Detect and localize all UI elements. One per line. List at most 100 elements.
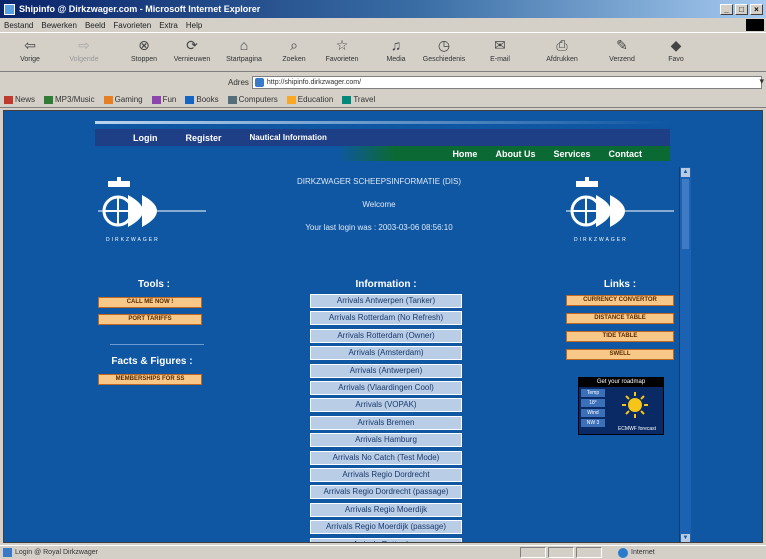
- mail-button[interactable]: ✉ E-mail: [476, 36, 524, 70]
- nav-about-us[interactable]: About Us: [495, 149, 535, 159]
- messenger-button[interactable]: ◆ Favo: [652, 36, 700, 70]
- information-link[interactable]: Arrivals (Vlaardingen Cool): [310, 381, 462, 395]
- tools-title: Tools :: [137, 279, 171, 290]
- address-input[interactable]: http://shipinfo.dirkzwager.com/: [251, 75, 762, 89]
- stop-button[interactable]: ⊗ Stoppen: [120, 36, 168, 70]
- forward-arrow-button[interactable]: ⇨ Volgende: [60, 36, 108, 70]
- menu-file[interactable]: Bestand: [4, 21, 33, 30]
- security-zone: Internet: [618, 547, 655, 558]
- information-link[interactable]: Arrivals Hamburg: [310, 433, 462, 448]
- information-link[interactable]: Arrivals (VOPAK): [310, 398, 462, 413]
- dirkzwager-logo-right: DIRKZWAGER: [566, 177, 674, 243]
- memberships-button[interactable]: MEMBERSHIPS FOR SS: [98, 374, 202, 385]
- nav-nautical-information[interactable]: Nautical Information: [250, 133, 327, 142]
- back-arrow-icon: ⇦: [24, 37, 36, 53]
- link-icon: [151, 95, 161, 104]
- org-name: DIRKZWAGER SCHEEPSINFORMATIE (DIS): [296, 177, 461, 186]
- close-button[interactable]: ×: [750, 3, 763, 15]
- media-button[interactable]: ♫ Media: [372, 36, 420, 70]
- history-button[interactable]: ◷ Geschiedenis: [420, 36, 468, 70]
- status-page-icon: [3, 548, 12, 557]
- link-gaming[interactable]: Gaming: [103, 95, 143, 104]
- address-bar: Adres http://shipinfo.dirkzwager.com/ ▾: [0, 74, 766, 90]
- information-link[interactable]: Arrivals Regio Moerdijk: [310, 502, 462, 517]
- currency-convertor-button[interactable]: CURRENCY CONVERTOR: [566, 295, 674, 306]
- nav-contact[interactable]: Contact: [609, 149, 643, 159]
- print-button[interactable]: ⎙ Afdrukken: [538, 36, 586, 70]
- nav-home[interactable]: Home: [452, 149, 477, 159]
- menu-help[interactable]: Help: [186, 21, 202, 30]
- menu-bar: Bestand Bewerken Beeld Favorieten Extra …: [0, 18, 766, 32]
- home-button[interactable]: ⌂ Startpagina: [220, 36, 268, 70]
- toolbar-label: Vorige: [20, 56, 40, 63]
- maximize-button[interactable]: □: [735, 3, 748, 15]
- ie-icon: [4, 3, 15, 15]
- history-icon: ◷: [437, 37, 451, 53]
- back-arrow-button[interactable]: ⇦ Vorige: [6, 36, 54, 70]
- link-books[interactable]: Books: [185, 95, 219, 104]
- tide-table-button[interactable]: TIDE TABLE: [566, 331, 674, 342]
- mail-icon: ✉: [494, 37, 506, 53]
- window-titlebar[interactable]: Shipinfo @ Dirkzwager.com - Microsoft In…: [0, 0, 766, 18]
- information-link[interactable]: Arrivals Rotterdam (Owner): [310, 328, 462, 343]
- send-button[interactable]: ✎ Verzend: [598, 36, 646, 70]
- toolbar-label: Volgende: [69, 56, 99, 63]
- favorites-button[interactable]: ☆ Favorieten: [318, 36, 366, 70]
- media-icon: ♫: [390, 37, 402, 53]
- toolbar-label: Geschiedenis: [422, 56, 466, 63]
- menu-tools[interactable]: Extra: [159, 21, 178, 30]
- favorites-icon: ☆: [335, 37, 349, 53]
- scroll-up-icon[interactable]: ▲: [681, 168, 690, 177]
- toolbar-label: Zoeken: [282, 56, 306, 63]
- call-me-now-button[interactable]: CALL ME NOW !: [98, 297, 202, 308]
- internet-globe-icon: [618, 547, 628, 558]
- link-icon: [342, 95, 352, 104]
- nav-login[interactable]: Login: [133, 133, 158, 143]
- link-news[interactable]: News: [4, 95, 35, 104]
- search-button[interactable]: ⌕ Zoeken: [270, 36, 318, 70]
- scroll-down-icon[interactable]: ▼: [681, 534, 690, 542]
- link-education[interactable]: Education: [286, 95, 333, 104]
- information-link[interactable]: Arrivals Rotterdam: [310, 537, 462, 542]
- dirkzwager-logo-left: DIRKZWAGER: [98, 177, 206, 243]
- information-link[interactable]: Arrivals Rotterdam (No Refresh): [310, 311, 462, 326]
- address-dropdown-icon[interactable]: ▾: [759, 76, 764, 87]
- information-link[interactable]: Arrivals Regio Dordrecht: [310, 468, 462, 482]
- facts-title: Facts & Figures :: [111, 356, 193, 367]
- link-icon: [185, 95, 195, 104]
- weather-footer: ECMWF forecast: [617, 426, 657, 432]
- toolbar-label: Media: [386, 56, 406, 63]
- information-link[interactable]: Arrivals (Amsterdam): [310, 346, 462, 361]
- scroll-thumb[interactable]: [682, 179, 689, 249]
- minimize-button[interactable]: _: [720, 3, 733, 15]
- information-link[interactable]: Arrivals Antwerpen (Tanker): [310, 294, 462, 308]
- link-travel[interactable]: Travel: [342, 95, 375, 104]
- information-link[interactable]: Arrivals Regio Dordrecht (passage): [310, 485, 462, 500]
- weather-widget[interactable]: Get your roadmap Temp 18° Wind NW 3 ECMW…: [578, 377, 664, 435]
- nav-register[interactable]: Register: [186, 133, 222, 143]
- swell-button[interactable]: SWELL: [566, 349, 674, 360]
- menu-view[interactable]: Beeld: [85, 21, 105, 30]
- menu-favorites[interactable]: Favorieten: [113, 21, 151, 30]
- port-tariffs-button[interactable]: PORT TARIFFS: [98, 314, 202, 325]
- information-link[interactable]: Arrivals No Catch (Test Mode): [310, 450, 462, 465]
- welcome-block: DIRKZWAGER SCHEEPSINFORMATIE (DIS) Welco…: [244, 177, 514, 246]
- status-cell: [548, 547, 574, 558]
- link-computers[interactable]: Computers: [227, 95, 278, 104]
- information-link[interactable]: Arrivals Bremen: [310, 415, 462, 430]
- welcome-text: Welcome: [362, 200, 396, 209]
- distance-table-button[interactable]: DISTANCE TABLE: [566, 313, 674, 324]
- page-scrollbar[interactable]: ▲ ▼: [679, 167, 691, 542]
- search-icon: ⌕: [290, 37, 298, 53]
- weather-table: Temp 18° Wind NW 3: [581, 389, 605, 429]
- menu-edit[interactable]: Bewerken: [41, 21, 77, 30]
- nav-services[interactable]: Services: [553, 149, 590, 159]
- refresh-button[interactable]: ⟳ Vernieuwen: [168, 36, 216, 70]
- toolbar: ⇦ Vorige ⇨ Volgende ⊗ Stoppen ⟳ Vernieuwen ⌂ Star…: [0, 32, 766, 72]
- information-link[interactable]: Arrivals Regio Moerdijk (passage): [310, 520, 462, 535]
- link-fun[interactable]: Fun: [151, 95, 176, 104]
- page-icon: [254, 77, 264, 87]
- link-mp3-music[interactable]: MP3/Music: [44, 95, 95, 104]
- information-link[interactable]: Arrivals (Antwerpen): [310, 363, 462, 378]
- weather-row: Temp: [581, 389, 605, 397]
